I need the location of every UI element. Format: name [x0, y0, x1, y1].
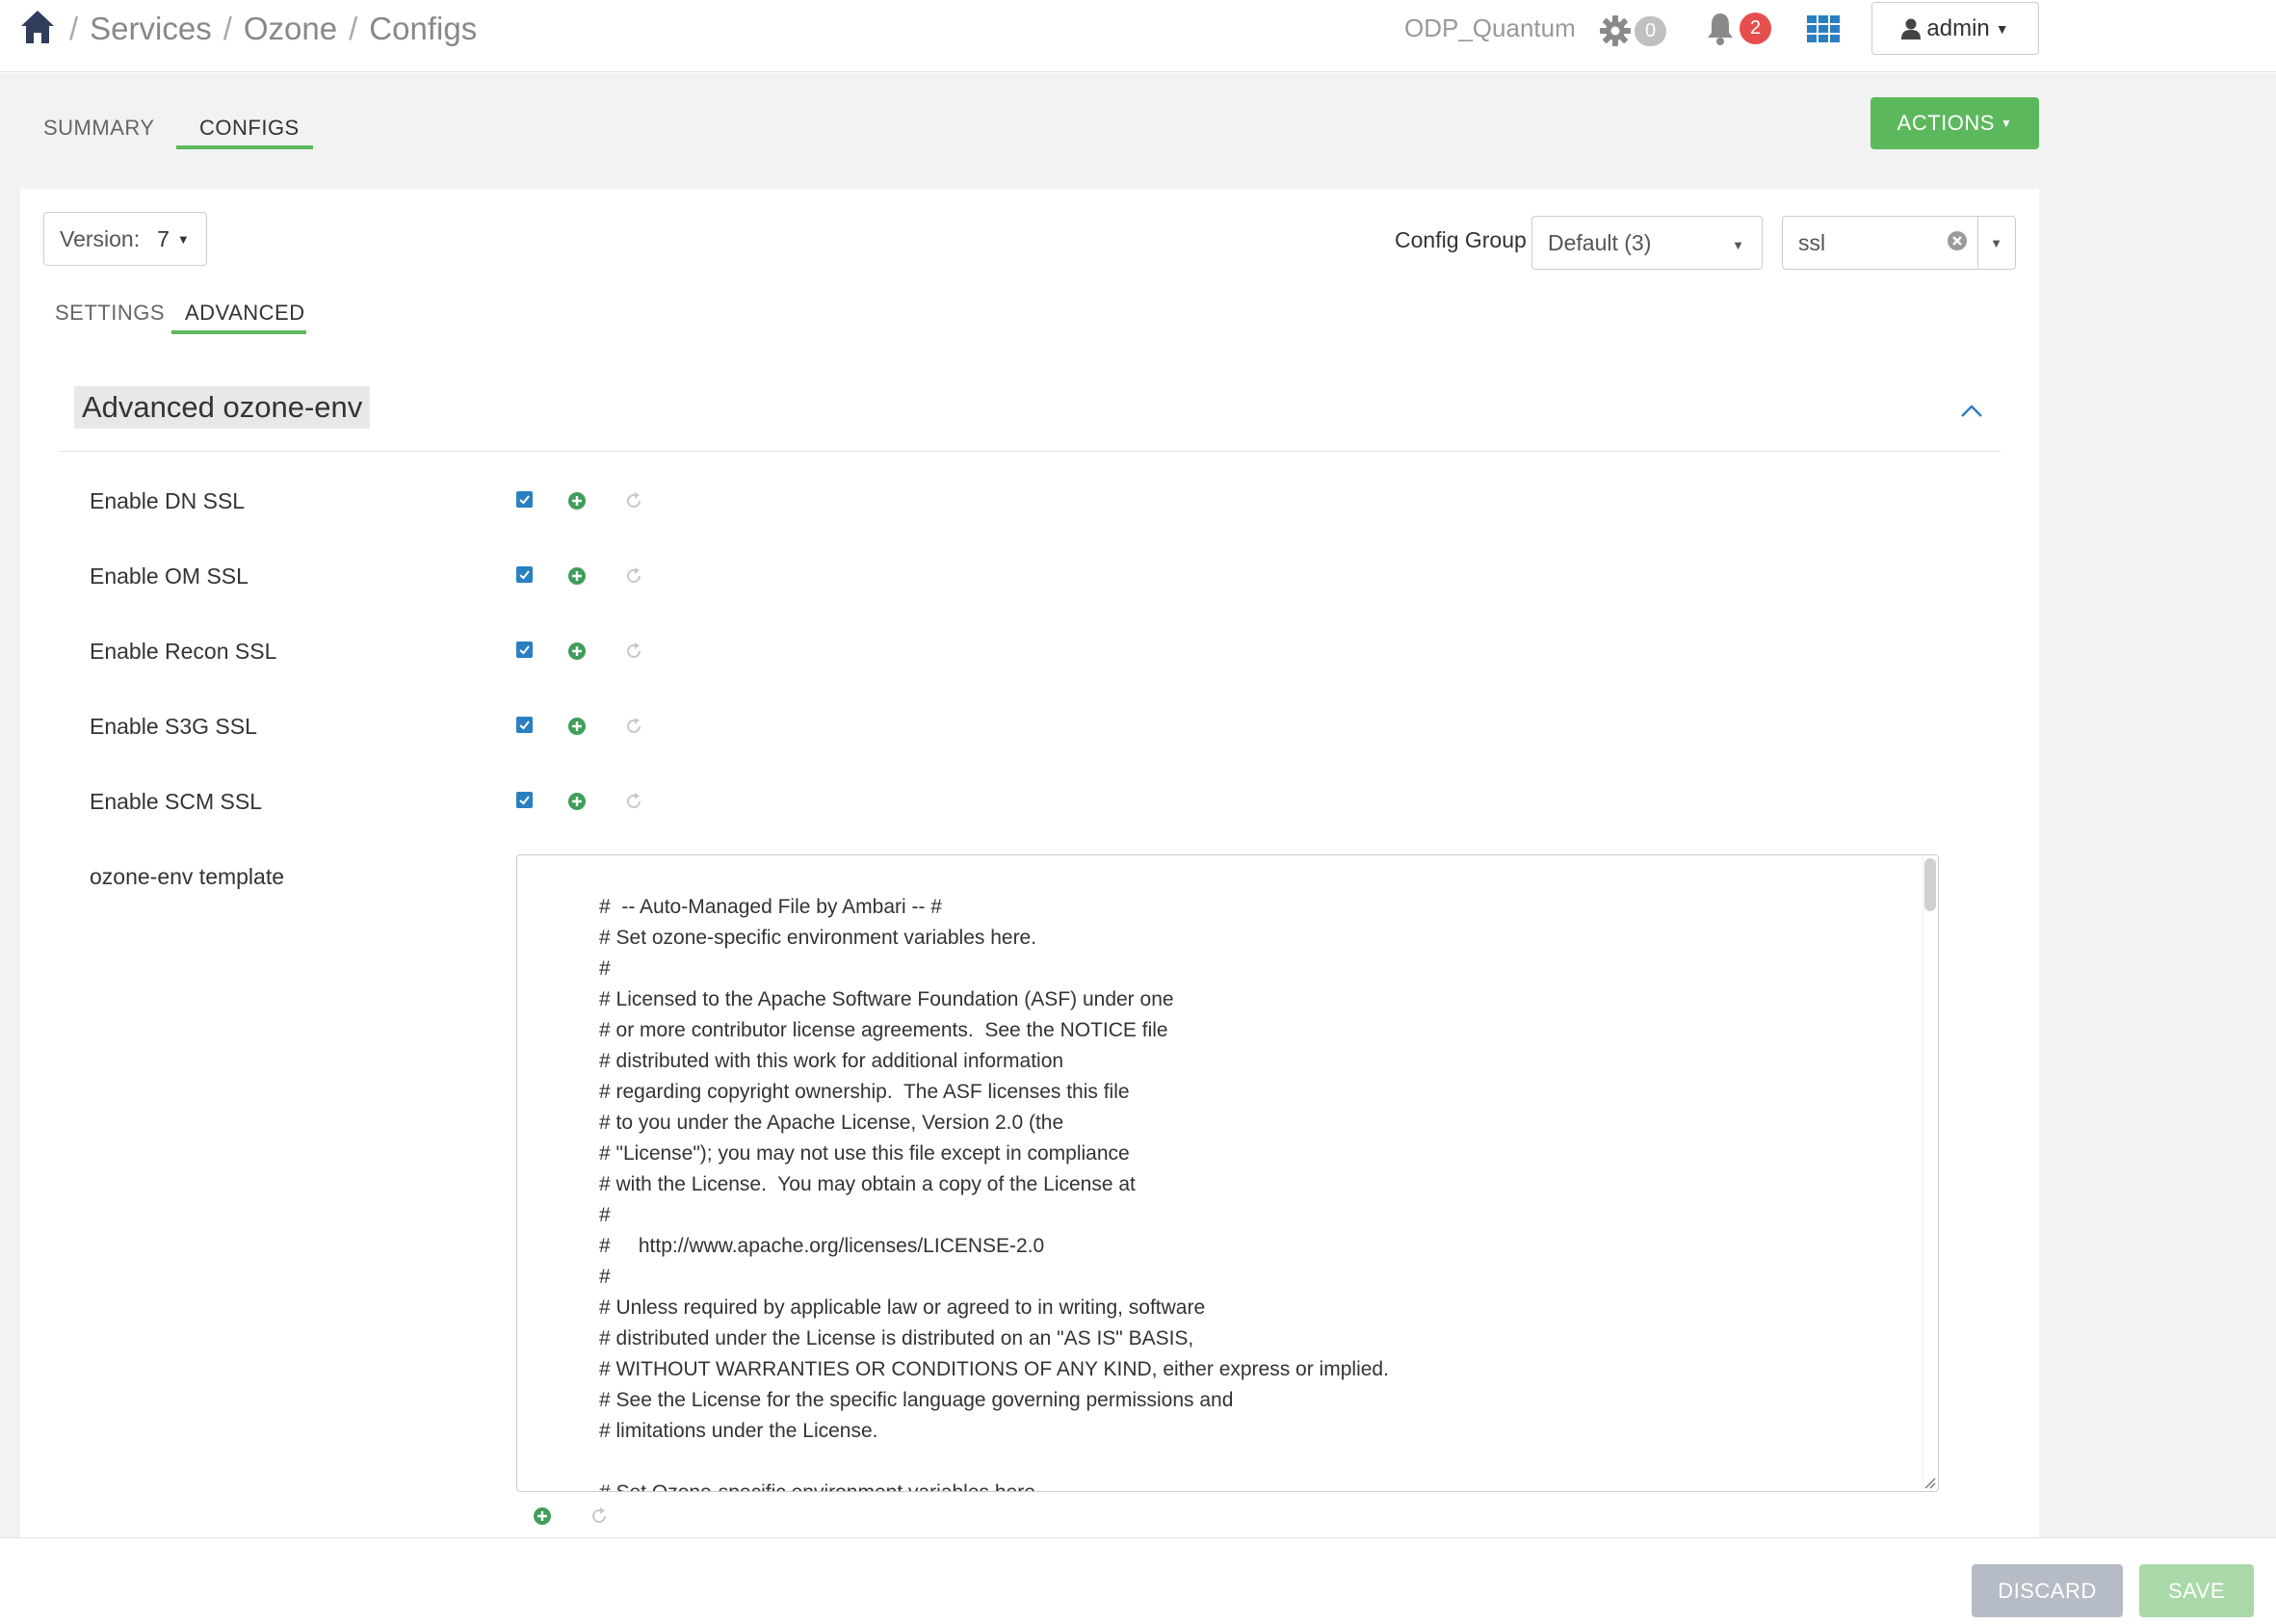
breadcrumb-separator: /: [349, 11, 358, 46]
cluster-name[interactable]: ODP_Quantum: [1404, 13, 1576, 43]
breadcrumb-services[interactable]: Services: [90, 11, 212, 47]
page-gutter-right: [2039, 189, 2276, 1537]
save-button[interactable]: SAVE: [2139, 1564, 2254, 1617]
add-override-icon[interactable]: [567, 566, 587, 586]
active-tab-indicator: [176, 145, 313, 149]
breadcrumb: / Services / Ozone / Configs: [58, 10, 477, 48]
page-gutter-left: [0, 189, 20, 1537]
property-label-om-ssl: Enable OM SSL: [90, 563, 249, 589]
configs-panel: Version: 7 ▼ Config Group Default (3) ▼ …: [20, 189, 2039, 1537]
undo-icon[interactable]: [624, 642, 643, 661]
actions-label: ACTIONS: [1897, 111, 1995, 135]
breadcrumb-separator: /: [69, 11, 79, 46]
undo-icon[interactable]: [624, 717, 643, 736]
add-override-icon[interactable]: [567, 642, 587, 661]
home-icon[interactable]: [19, 8, 56, 46]
template-text: # -- Auto-Managed File by Ambari -- # # …: [599, 896, 1389, 1491]
section-title[interactable]: Advanced ozone-env: [74, 386, 371, 429]
tab-configs[interactable]: CONFIGS: [199, 116, 300, 141]
property-label-s3g-ssl: Enable S3G SSL: [90, 714, 257, 739]
tab-summary[interactable]: SUMMARY: [43, 116, 155, 141]
chevron-up-icon[interactable]: [1959, 403, 1984, 420]
filter-value: ssl: [1798, 229, 1826, 255]
active-tab-indicator: [171, 330, 306, 334]
chevron-down-icon: ▼: [1990, 235, 2002, 250]
property-label-scm-ssl: Enable SCM SSL: [90, 789, 262, 814]
property-label-recon-ssl: Enable Recon SSL: [90, 639, 277, 664]
chevron-down-icon: ▼: [1732, 238, 1744, 252]
checkbox-s3g-ssl[interactable]: [516, 717, 533, 733]
resize-grip-icon[interactable]: [1923, 1476, 1936, 1489]
breadcrumb-separator: /: [222, 11, 232, 46]
filter-options-button[interactable]: ▼: [1977, 216, 2016, 270]
checkbox-dn-ssl[interactable]: [516, 491, 533, 508]
ops-count-badge[interactable]: 0: [1635, 16, 1666, 46]
chevron-down-icon: ▼: [2000, 117, 2013, 130]
checkbox-scm-ssl[interactable]: [516, 792, 533, 808]
undo-icon[interactable]: [624, 792, 643, 811]
scrollbar-thumb[interactable]: [1924, 858, 1936, 911]
config-group-select[interactable]: Default (3) ▼: [1531, 216, 1763, 270]
top-navbar: / Services / Ozone / Configs ODP_Quantum…: [0, 0, 2276, 72]
chevron-down-icon: ▼: [1995, 20, 2009, 37]
config-group-label: Config Group: [1395, 227, 1527, 252]
alerts-count-badge[interactable]: 2: [1740, 13, 1771, 44]
undo-icon[interactable]: [589, 1506, 609, 1526]
breadcrumb-configs: Configs: [369, 11, 478, 46]
checkbox-recon-ssl[interactable]: [516, 642, 533, 658]
tab-settings[interactable]: SETTINGS: [55, 301, 165, 326]
apps-grid-icon[interactable]: [1807, 15, 1840, 42]
version-value: 7: [157, 225, 170, 251]
undo-icon[interactable]: [624, 566, 643, 586]
version-dropdown[interactable]: Version: 7 ▼: [43, 212, 207, 266]
property-label-dn-ssl: Enable DN SSL: [90, 488, 246, 513]
actions-button[interactable]: ACTIONS ▼: [1871, 97, 2039, 149]
ozone-env-template-textarea[interactable]: # -- Auto-Managed File by Ambari -- # # …: [516, 854, 1939, 1492]
chevron-down-icon: ▼: [176, 231, 190, 247]
add-override-icon[interactable]: [533, 1506, 552, 1526]
service-header: SUMMARY CONFIGS ACTIONS ▼: [0, 73, 2276, 189]
user-name: admin: [1926, 14, 1990, 41]
bell-icon[interactable]: [1705, 12, 1736, 46]
scrollbar[interactable]: [1923, 855, 1938, 1491]
add-override-icon[interactable]: [567, 792, 587, 811]
clear-filter-icon[interactable]: [1947, 230, 1968, 251]
user-icon: [1901, 18, 1922, 39]
undo-icon[interactable]: [624, 491, 643, 511]
discard-button[interactable]: DISCARD: [1972, 1564, 2123, 1617]
config-group-value: Default (3): [1548, 229, 1652, 255]
add-override-icon[interactable]: [567, 491, 587, 511]
add-override-icon[interactable]: [567, 717, 587, 736]
property-label-ozone-env-template: ozone-env template: [90, 864, 285, 889]
section-divider: [59, 451, 2001, 452]
tab-advanced[interactable]: ADVANCED: [185, 301, 305, 326]
breadcrumb-ozone[interactable]: Ozone: [244, 11, 337, 47]
checkbox-om-ssl[interactable]: [516, 566, 533, 583]
gear-icon[interactable]: [1599, 14, 1632, 47]
footer-bar: DISCARD SAVE: [0, 1537, 2276, 1624]
version-label: Version:: [60, 225, 141, 251]
user-menu-button[interactable]: admin ▼: [1871, 2, 2039, 55]
